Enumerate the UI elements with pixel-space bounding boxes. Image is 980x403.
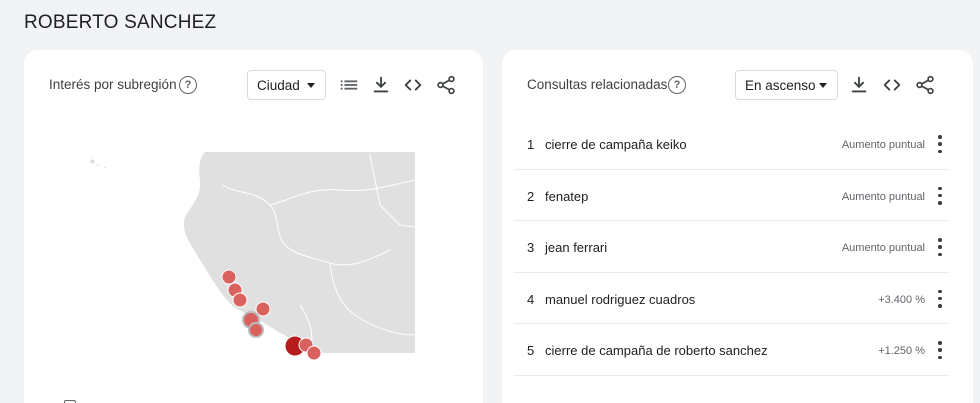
island-shape — [90, 159, 106, 169]
query-value: Aumento puntual — [841, 242, 925, 254]
caret-down-icon — [819, 83, 827, 88]
map-land — [183, 152, 415, 353]
query-value: Aumento puntual — [841, 139, 925, 151]
sort-select[interactable]: En ascenso — [735, 70, 838, 100]
list-view-icon[interactable] — [338, 74, 360, 96]
map-marker[interactable] — [232, 292, 248, 308]
query-row[interactable]: 5 cierre de campaña de roberto sanchez +… — [514, 324, 949, 376]
query-value: +1.250 % — [878, 345, 925, 357]
resolution-select-value: Ciudad — [257, 77, 300, 93]
related-queries-title: Consultas relacionadas — [527, 77, 668, 92]
subregion-map[interactable] — [70, 145, 440, 361]
query-text[interactable]: fenatep — [545, 189, 588, 204]
map-marker[interactable] — [248, 322, 264, 338]
subregion-card-title: Interés por subregión — [49, 77, 177, 92]
help-circle-icon[interactable]: ? — [179, 76, 197, 94]
embed-code-icon[interactable] — [402, 74, 424, 96]
sort-select-value: En ascenso — [745, 77, 816, 93]
more-vert-icon[interactable] — [935, 186, 945, 205]
share-icon[interactable] — [435, 74, 457, 96]
embed-code-icon[interactable] — [881, 74, 903, 96]
resolution-select[interactable]: Ciudad — [247, 70, 326, 100]
more-vert-icon[interactable] — [935, 341, 945, 359]
caret-down-icon — [307, 83, 315, 88]
query-text[interactable]: jean ferrari — [545, 240, 607, 255]
query-rank: 3 — [527, 240, 535, 255]
query-text[interactable]: cierre de campaña keiko — [545, 137, 687, 152]
query-text[interactable]: cierre de campaña de roberto sanchez — [545, 343, 768, 358]
related-queries-card: Consultas relacionadas ? En ascenso 1 ci… — [502, 50, 973, 403]
page-title: ROBERTO SANCHEZ — [24, 12, 217, 33]
more-vert-icon[interactable] — [935, 289, 945, 308]
query-rank: 4 — [527, 291, 535, 307]
help-circle-icon[interactable]: ? — [668, 76, 686, 94]
query-text[interactable]: manuel rodriguez cuadros — [545, 292, 695, 307]
share-icon[interactable] — [914, 74, 936, 96]
more-vert-icon[interactable] — [935, 238, 945, 256]
more-vert-icon[interactable] — [935, 135, 945, 153]
query-row[interactable]: 2 fenatep Aumento puntual — [514, 170, 949, 221]
map-marker[interactable] — [255, 301, 271, 317]
subregion-interest-card: Interés por subregión ? Ciudad — [24, 50, 483, 403]
query-rank: 2 — [527, 188, 535, 204]
query-value: +3.400 % — [878, 293, 925, 306]
query-row[interactable]: 3 jean ferrari Aumento puntual — [514, 221, 949, 273]
query-rank: 1 — [527, 137, 535, 152]
related-queries-list: 1 cierre de campaña keiko Aumento puntua… — [514, 118, 949, 376]
download-icon[interactable] — [848, 74, 870, 96]
query-value: Aumento puntual — [841, 190, 925, 203]
download-icon[interactable] — [370, 74, 392, 96]
query-rank: 5 — [527, 343, 535, 358]
query-row[interactable]: 1 cierre de campaña keiko Aumento puntua… — [514, 118, 949, 170]
map-marker[interactable] — [221, 269, 237, 285]
query-row[interactable]: 4 manuel rodriguez cuadros +3.400 % — [514, 273, 949, 324]
map-marker[interactable] — [306, 345, 322, 361]
